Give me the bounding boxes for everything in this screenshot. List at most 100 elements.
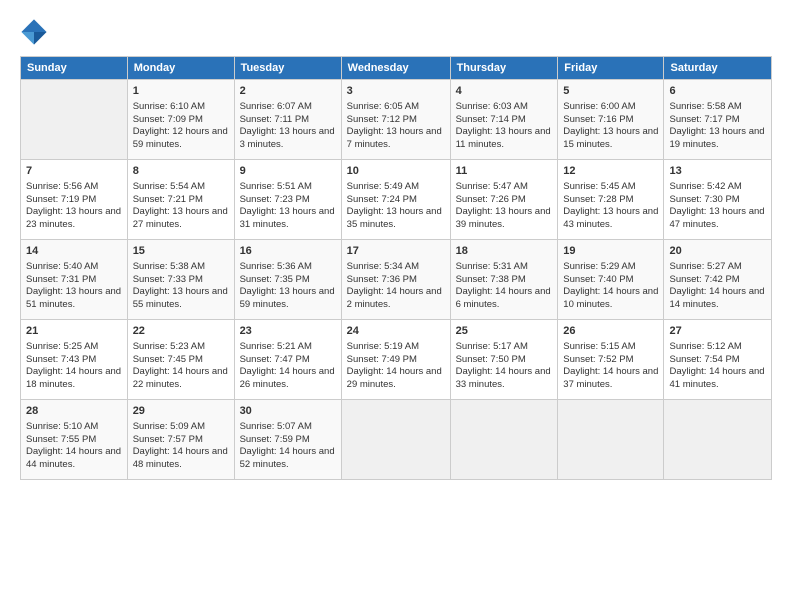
- sunset-text: Sunset: 7:30 PM: [669, 194, 766, 207]
- sunrise-text: Sunrise: 5:51 AM: [240, 181, 336, 194]
- sunrise-text: Sunrise: 5:12 AM: [669, 341, 766, 354]
- week-row-1: 1Sunrise: 6:10 AMSunset: 7:09 PMDaylight…: [21, 80, 772, 160]
- daylight-text: Daylight: 13 hours and 15 minutes.: [563, 126, 658, 152]
- day-number: 24: [347, 324, 445, 339]
- day-number: 23: [240, 324, 336, 339]
- sunrise-text: Sunrise: 5:54 AM: [133, 181, 229, 194]
- cell-w4-d4: 24Sunrise: 5:19 AMSunset: 7:49 PMDayligh…: [341, 320, 450, 400]
- day-number: 6: [669, 84, 766, 99]
- sunrise-text: Sunrise: 5:15 AM: [563, 341, 658, 354]
- calendar-table: SundayMondayTuesdayWednesdayThursdayFrid…: [20, 56, 772, 480]
- daylight-text: Daylight: 13 hours and 7 minutes.: [347, 126, 445, 152]
- sunrise-text: Sunrise: 5:21 AM: [240, 341, 336, 354]
- sunset-text: Sunset: 7:59 PM: [240, 434, 336, 447]
- daylight-text: Daylight: 14 hours and 6 minutes.: [456, 286, 553, 312]
- cell-w2-d3: 9Sunrise: 5:51 AMSunset: 7:23 PMDaylight…: [234, 160, 341, 240]
- daylight-text: Daylight: 12 hours and 59 minutes.: [133, 126, 229, 152]
- sunset-text: Sunset: 7:31 PM: [26, 274, 122, 287]
- week-row-2: 7Sunrise: 5:56 AMSunset: 7:19 PMDaylight…: [21, 160, 772, 240]
- sunrise-text: Sunrise: 5:45 AM: [563, 181, 658, 194]
- sunset-text: Sunset: 7:42 PM: [669, 274, 766, 287]
- sunrise-text: Sunrise: 5:19 AM: [347, 341, 445, 354]
- cell-w1-d3: 2Sunrise: 6:07 AMSunset: 7:11 PMDaylight…: [234, 80, 341, 160]
- day-number: 19: [563, 244, 658, 259]
- cell-w4-d5: 25Sunrise: 5:17 AMSunset: 7:50 PMDayligh…: [450, 320, 558, 400]
- daylight-text: Daylight: 14 hours and 22 minutes.: [133, 366, 229, 392]
- sunrise-text: Sunrise: 5:56 AM: [26, 181, 122, 194]
- cell-w3-d2: 15Sunrise: 5:38 AMSunset: 7:33 PMDayligh…: [127, 240, 234, 320]
- col-header-monday: Monday: [127, 57, 234, 80]
- cell-w3-d5: 18Sunrise: 5:31 AMSunset: 7:38 PMDayligh…: [450, 240, 558, 320]
- sunset-text: Sunset: 7:52 PM: [563, 354, 658, 367]
- day-number: 10: [347, 164, 445, 179]
- daylight-text: Daylight: 14 hours and 26 minutes.: [240, 366, 336, 392]
- day-number: 9: [240, 164, 336, 179]
- sunrise-text: Sunrise: 5:07 AM: [240, 421, 336, 434]
- day-number: 7: [26, 164, 122, 179]
- day-number: 21: [26, 324, 122, 339]
- daylight-text: Daylight: 13 hours and 47 minutes.: [669, 206, 766, 232]
- sunset-text: Sunset: 7:12 PM: [347, 114, 445, 127]
- cell-w4-d6: 26Sunrise: 5:15 AMSunset: 7:52 PMDayligh…: [558, 320, 664, 400]
- sunset-text: Sunset: 7:57 PM: [133, 434, 229, 447]
- sunset-text: Sunset: 7:14 PM: [456, 114, 553, 127]
- cell-w3-d3: 16Sunrise: 5:36 AMSunset: 7:35 PMDayligh…: [234, 240, 341, 320]
- day-number: 18: [456, 244, 553, 259]
- daylight-text: Daylight: 14 hours and 52 minutes.: [240, 446, 336, 472]
- daylight-text: Daylight: 14 hours and 44 minutes.: [26, 446, 122, 472]
- week-row-5: 28Sunrise: 5:10 AMSunset: 7:55 PMDayligh…: [21, 400, 772, 480]
- cell-w4-d1: 21Sunrise: 5:25 AMSunset: 7:43 PMDayligh…: [21, 320, 128, 400]
- daylight-text: Daylight: 13 hours and 35 minutes.: [347, 206, 445, 232]
- sunset-text: Sunset: 7:28 PM: [563, 194, 658, 207]
- daylight-text: Daylight: 13 hours and 3 minutes.: [240, 126, 336, 152]
- daylight-text: Daylight: 14 hours and 37 minutes.: [563, 366, 658, 392]
- daylight-text: Daylight: 14 hours and 48 minutes.: [133, 446, 229, 472]
- day-number: 22: [133, 324, 229, 339]
- day-number: 30: [240, 404, 336, 419]
- cell-w3-d6: 19Sunrise: 5:29 AMSunset: 7:40 PMDayligh…: [558, 240, 664, 320]
- sunset-text: Sunset: 7:49 PM: [347, 354, 445, 367]
- daylight-text: Daylight: 13 hours and 19 minutes.: [669, 126, 766, 152]
- sunrise-text: Sunrise: 5:31 AM: [456, 261, 553, 274]
- daylight-text: Daylight: 14 hours and 33 minutes.: [456, 366, 553, 392]
- day-number: 17: [347, 244, 445, 259]
- sunrise-text: Sunrise: 5:17 AM: [456, 341, 553, 354]
- sunrise-text: Sunrise: 5:09 AM: [133, 421, 229, 434]
- sunrise-text: Sunrise: 5:38 AM: [133, 261, 229, 274]
- page: SundayMondayTuesdayWednesdayThursdayFrid…: [0, 0, 792, 490]
- sunrise-text: Sunrise: 5:40 AM: [26, 261, 122, 274]
- day-number: 12: [563, 164, 658, 179]
- cell-w1-d2: 1Sunrise: 6:10 AMSunset: 7:09 PMDaylight…: [127, 80, 234, 160]
- day-number: 11: [456, 164, 553, 179]
- day-number: 28: [26, 404, 122, 419]
- col-header-sunday: Sunday: [21, 57, 128, 80]
- daylight-text: Daylight: 14 hours and 18 minutes.: [26, 366, 122, 392]
- sunrise-text: Sunrise: 5:23 AM: [133, 341, 229, 354]
- sunset-text: Sunset: 7:45 PM: [133, 354, 229, 367]
- day-number: 14: [26, 244, 122, 259]
- sunrise-text: Sunrise: 5:58 AM: [669, 101, 766, 114]
- sunset-text: Sunset: 7:09 PM: [133, 114, 229, 127]
- sunset-text: Sunset: 7:17 PM: [669, 114, 766, 127]
- sunrise-text: Sunrise: 5:29 AM: [563, 261, 658, 274]
- col-header-wednesday: Wednesday: [341, 57, 450, 80]
- logo: [20, 18, 52, 46]
- sunset-text: Sunset: 7:36 PM: [347, 274, 445, 287]
- cell-w1-d7: 6 Sunrise: 5:58 AMSunset: 7:17 PMDaylight…: [664, 80, 772, 160]
- day-number: 2: [240, 84, 336, 99]
- cell-w2-d1: 7Sunrise: 5:56 AMSunset: 7:19 PMDaylight…: [21, 160, 128, 240]
- cell-w2-d2: 8Sunrise: 5:54 AMSunset: 7:21 PMDaylight…: [127, 160, 234, 240]
- sunset-text: Sunset: 7:11 PM: [240, 114, 336, 127]
- cell-w4-d3: 23Sunrise: 5:21 AMSunset: 7:47 PMDayligh…: [234, 320, 341, 400]
- sunrise-text: Sunrise: 5:47 AM: [456, 181, 553, 194]
- cell-w1-d5: 4Sunrise: 6:03 AMSunset: 7:14 PMDaylight…: [450, 80, 558, 160]
- sunrise-text: Sunrise: 5:42 AM: [669, 181, 766, 194]
- day-number: 16: [240, 244, 336, 259]
- sunset-text: Sunset: 7:26 PM: [456, 194, 553, 207]
- cell-w4-d7: 27Sunrise: 5:12 AMSunset: 7:54 PMDayligh…: [664, 320, 772, 400]
- cell-w2-d6: 12Sunrise: 5:45 AMSunset: 7:28 PMDayligh…: [558, 160, 664, 240]
- cell-w2-d5: 11Sunrise: 5:47 AMSunset: 7:26 PMDayligh…: [450, 160, 558, 240]
- daylight-text: Daylight: 13 hours and 11 minutes.: [456, 126, 553, 152]
- sunset-text: Sunset: 7:24 PM: [347, 194, 445, 207]
- week-row-3: 14 Sunrise: 5:40 AMSunset: 7:31 PM Dayligh…: [21, 240, 772, 320]
